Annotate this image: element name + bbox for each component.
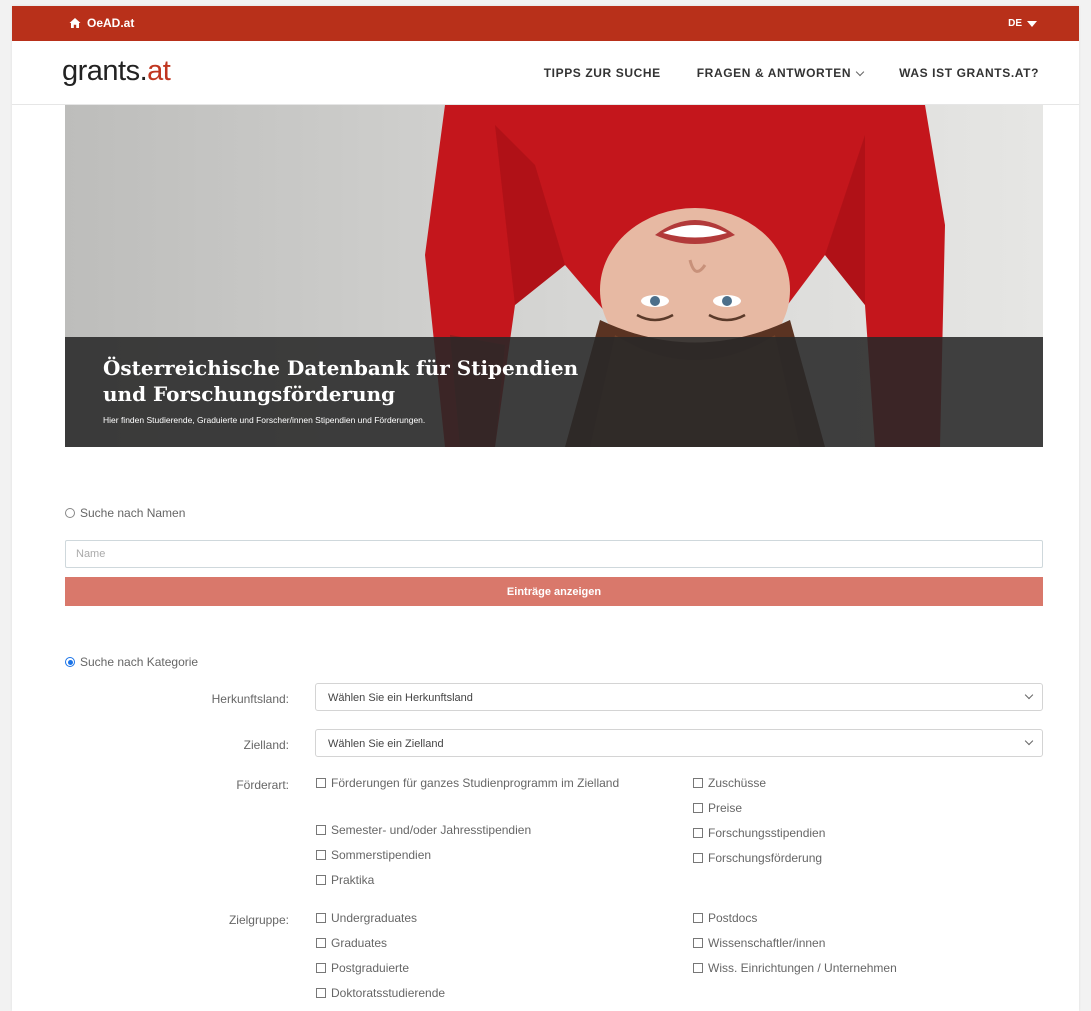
- main-navbar: grants.at TIPPS ZUR SUCHE FRAGEN & ANTWO…: [12, 41, 1079, 105]
- checkbox-icon[interactable]: [316, 988, 326, 998]
- checkbox-label: Forschungsstipendien: [708, 826, 826, 840]
- show-entries-button[interactable]: Einträge anzeigen: [65, 577, 1043, 606]
- checkbox-label: Doktoratsstudierende: [331, 986, 446, 1000]
- nav-menu: TIPPS ZUR SUCHE FRAGEN & ANTWORTEN WAS I…: [544, 66, 1039, 80]
- checkbox-icon[interactable]: [693, 803, 703, 813]
- zielgruppe-label: Zielgruppe:: [228, 913, 289, 927]
- checkbox-label: Semester- und/oder Jahresstipendien: [331, 823, 532, 837]
- checkbox-icon[interactable]: [693, 778, 703, 788]
- checkbox-label: Forschungsförderung: [708, 851, 823, 865]
- chevron-down-icon: [1024, 690, 1034, 700]
- logo-accent: at: [147, 55, 171, 87]
- foerderart-checkbox[interactable]: Förderungen für ganzes Studienprogramm i…: [316, 774, 646, 792]
- hero-title: Österreichische Datenbank für Stipendien…: [103, 356, 579, 406]
- checkbox-icon[interactable]: [316, 850, 326, 860]
- checkbox-icon[interactable]: [316, 963, 326, 973]
- language-selector[interactable]: DE: [1008, 18, 1037, 29]
- oead-home-link[interactable]: OeAD.at: [69, 16, 134, 30]
- radio-name[interactable]: [65, 508, 75, 518]
- checkbox-label: Postgraduierte: [331, 961, 410, 975]
- checkbox-icon[interactable]: [316, 875, 326, 885]
- nav-item-was-ist[interactable]: WAS IST GRANTS.AT?: [899, 66, 1039, 80]
- checkbox-label: Förderungen für ganzes Studienprogramm i…: [331, 776, 620, 790]
- herkunftsland-value: Wählen Sie ein Herkunftsland: [328, 692, 473, 704]
- logo-main: grants.: [62, 55, 148, 87]
- foerderart-checkbox[interactable]: Semester- und/oder Jahresstipendien: [316, 821, 531, 839]
- radio-category[interactable]: [65, 657, 75, 667]
- page-frame: OeAD.at DE grants.at TIPPS ZUR SUCHE FRA…: [12, 6, 1079, 1011]
- herkunftsland-select[interactable]: Wählen Sie ein Herkunftsland: [315, 683, 1043, 711]
- zielgruppe-checkbox[interactable]: Wiss. Einrichtungen / Unternehmen: [693, 959, 897, 977]
- checkbox-label: Undergraduates: [331, 911, 418, 925]
- search-by-category-option[interactable]: Suche nach Kategorie: [65, 655, 198, 669]
- zielgruppe-checkbox[interactable]: Postgraduierte: [316, 959, 409, 977]
- checkbox-label: Zuschüsse: [708, 776, 767, 790]
- foerderart-label: Förderart:: [236, 778, 289, 792]
- checkbox-icon[interactable]: [693, 938, 703, 948]
- checkbox-icon[interactable]: [316, 938, 326, 948]
- home-icon: [69, 18, 81, 28]
- foerderart-checkbox[interactable]: Preise: [693, 799, 742, 817]
- foerderart-checkbox[interactable]: Praktika: [316, 871, 374, 889]
- chevron-down-icon: [855, 67, 865, 76]
- zielland-value: Wählen Sie ein Zielland: [328, 738, 444, 750]
- zielland-select[interactable]: Wählen Sie ein Zielland: [315, 729, 1043, 757]
- language-label: DE: [1008, 18, 1022, 29]
- nav-item-fragen[interactable]: FRAGEN & ANTWORTEN: [696, 66, 865, 80]
- nav-item-tipps[interactable]: TIPPS ZUR SUCHE: [544, 66, 661, 80]
- nav-item-label: TIPPS ZUR SUCHE: [543, 66, 661, 80]
- herkunftsland-label: Herkunftsland:: [211, 692, 289, 706]
- nav-item-label: FRAGEN & ANTWORTEN: [696, 66, 852, 80]
- foerderart-checkbox[interactable]: Forschungsförderung: [693, 849, 822, 867]
- checkbox-label: Postdocs: [708, 911, 758, 925]
- checkbox-icon[interactable]: [693, 913, 703, 923]
- foerderart-checkbox[interactable]: Sommerstipendien: [316, 846, 431, 864]
- checkbox-label: Sommerstipendien: [331, 848, 432, 862]
- search-by-category-label: Suche nach Kategorie: [80, 655, 199, 669]
- search-by-name-option[interactable]: Suche nach Namen: [65, 506, 1043, 520]
- search-by-name-label: Suche nach Namen: [80, 506, 186, 520]
- checkbox-label: Preise: [708, 801, 743, 815]
- hero-subtitle: Hier finden Studierende, Graduierte und …: [103, 415, 426, 425]
- checkbox-icon[interactable]: [316, 825, 326, 835]
- foerderart-checkbox[interactable]: Forschungsstipendien: [693, 824, 825, 842]
- checkbox-icon[interactable]: [316, 778, 326, 788]
- checkbox-icon[interactable]: [693, 853, 703, 863]
- zielgruppe-checkbox[interactable]: Undergraduates: [316, 909, 417, 927]
- checkbox-icon[interactable]: [316, 913, 326, 923]
- checkbox-icon[interactable]: [693, 828, 703, 838]
- site-logo[interactable]: grants.at: [62, 55, 171, 88]
- zielgruppe-checkbox[interactable]: Postdocs: [693, 909, 757, 927]
- zielgruppe-checkbox[interactable]: Wissenschaftler/innen: [693, 934, 825, 952]
- nav-item-label: WAS IST GRANTS.AT?: [899, 66, 1039, 80]
- chevron-down-icon: [1024, 736, 1034, 746]
- foerderart-checkbox[interactable]: Zuschüsse: [693, 774, 766, 792]
- checkbox-label: Wissenschaftler/innen: [708, 936, 826, 950]
- hero-banner: Österreichische Datenbank für Stipendien…: [65, 105, 1043, 447]
- checkbox-label: Praktika: [331, 873, 375, 887]
- checkbox-label: Wiss. Einrichtungen / Unternehmen: [708, 961, 897, 975]
- home-link-label: OeAD.at: [87, 16, 135, 30]
- checkbox-icon[interactable]: [693, 963, 703, 973]
- zielland-label: Zielland:: [243, 738, 289, 752]
- zielgruppe-checkbox[interactable]: Graduates: [316, 934, 387, 952]
- caret-down-icon: [1027, 20, 1037, 27]
- hero-caption: Österreichische Datenbank für Stipendien…: [65, 337, 1043, 447]
- search-section: Suche nach Namen Einträge anzeigen Suche…: [65, 506, 1043, 1000]
- name-search-input[interactable]: [65, 540, 1043, 568]
- zielgruppe-checkbox[interactable]: Doktoratsstudierende: [316, 984, 445, 1002]
- checkbox-label: Graduates: [331, 936, 388, 950]
- top-bar: OeAD.at DE: [12, 6, 1079, 41]
